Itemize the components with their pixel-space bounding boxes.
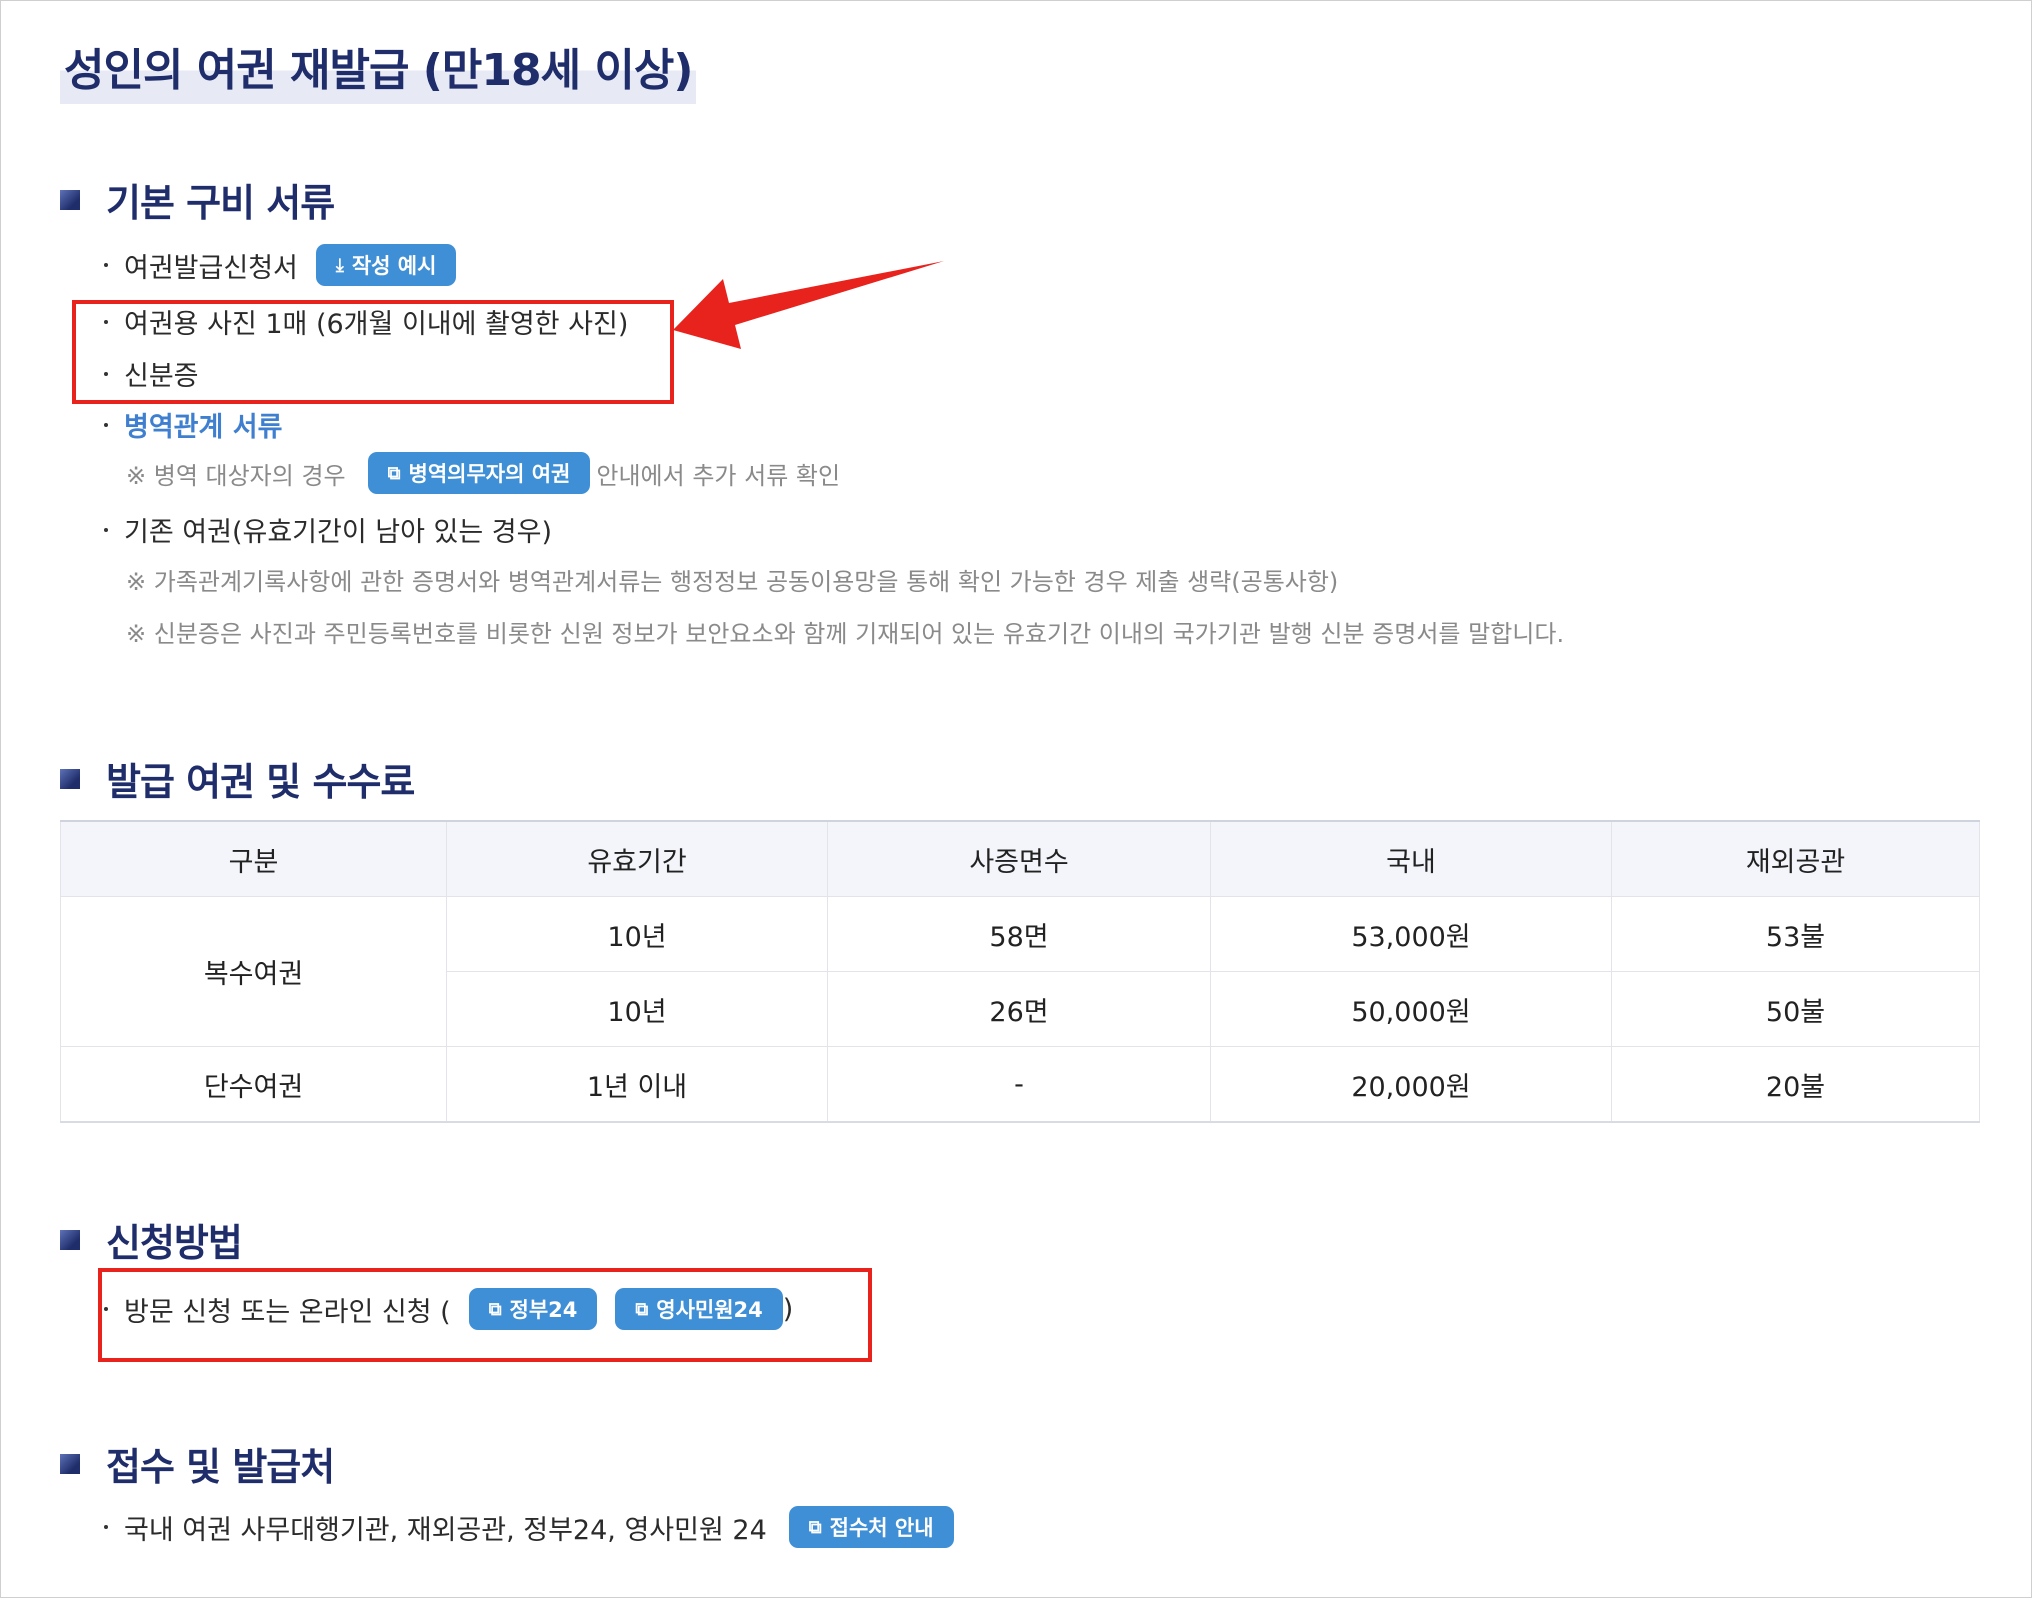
list-item-label: 국내 여권 사무대행기관, 재외공관, 정부24, 영사민원 24 (124, 1514, 767, 1546)
bullet-dot (104, 527, 108, 532)
table-cell: 26면 (827, 971, 1211, 1047)
example-download-button[interactable]: ⤓ 작성 예시 (315, 244, 457, 286)
highlight-box-documents (72, 300, 674, 404)
button-label: 접수처 안내 (829, 1516, 934, 1540)
section-application-method: 신청방법 (60, 1212, 243, 1267)
external-link-icon: ⧉ (808, 1516, 822, 1538)
military-documents-link[interactable]: 병역관계 서류 (124, 405, 282, 444)
table-row: 단수여권 1년 이내 - 20,000원 20불 (60, 1046, 1980, 1123)
section-title: 기본 구비 서류 (106, 181, 335, 225)
column-header: 유효기간 (446, 820, 828, 897)
military-note: ※ 병역 대상자의 경우 ⧉ 병역의무자의 여권 안내에서 추가 서류 확인 (126, 452, 840, 494)
section-title: 신청방법 (106, 1221, 243, 1265)
list-item-label: 여권발급신청서 (124, 252, 298, 284)
bullet-dot (104, 422, 108, 427)
table-cell: 단수여권 (60, 1046, 447, 1123)
table-cell: 1년 이내 (446, 1046, 828, 1123)
military-passport-guide-button[interactable]: ⧉ 병역의무자의 여권 (367, 452, 591, 494)
note-text: 안내에서 추가 서류 확인 (596, 461, 841, 490)
column-header: 사증면수 (827, 820, 1211, 897)
table-cell: 복수여권 (60, 896, 447, 1047)
section-fees: 발급 여권 및 수수료 (60, 751, 415, 806)
note-text: ※ 병역 대상자의 경우 (126, 461, 346, 490)
red-arrow-annotation (673, 261, 944, 349)
section-bullet-icon (60, 768, 80, 789)
list-item-reception: 국내 여권 사무대행기관, 재외공관, 정부24, 영사민원 24 ⧉ 접수처 … (104, 1506, 954, 1548)
column-header: 재외공관 (1611, 820, 1980, 897)
table-cell: 10년 (446, 971, 828, 1047)
bullet-dot (104, 263, 108, 267)
table-cell: - (827, 1046, 1211, 1123)
list-item-existing-passport: 기존 여권(유효기간이 남아 있는 경우) (104, 510, 552, 549)
table-cell: 10년 (446, 896, 828, 972)
section-title: 발급 여권 및 수수료 (106, 760, 415, 804)
section-reception: 접수 및 발급처 (60, 1436, 335, 1491)
table-cell: 53불 (1611, 896, 1980, 972)
download-icon: ⤓ (335, 254, 344, 276)
reception-guide-button[interactable]: ⧉ 접수처 안내 (788, 1506, 954, 1548)
note-id-definition: ※ 신분증은 사진과 주민등록번호를 비롯한 신원 정보가 보안요소와 함께 기… (126, 620, 1565, 648)
section-required-documents: 기본 구비 서류 (60, 172, 335, 227)
table-cell: 20,000원 (1210, 1046, 1612, 1123)
table-cell: 58면 (827, 896, 1211, 972)
column-header: 구분 (60, 820, 447, 897)
list-item-application-form: 여권발급신청서 ⤓ 작성 예시 (104, 244, 457, 286)
list-item-military-documents[interactable]: 병역관계 서류 (104, 405, 282, 444)
fees-table: 구분 유효기간 사증면수 국내 재외공관 복수여권 10년 58면 53,000… (60, 820, 1980, 1123)
section-bullet-icon (60, 189, 80, 210)
section-bullet-icon (60, 1229, 80, 1250)
button-label: 작성 예시 (351, 254, 437, 278)
section-bullet-icon (60, 1453, 80, 1474)
external-link-icon: ⧉ (387, 462, 401, 484)
highlight-box-application (98, 1268, 872, 1362)
page-title: 성인의 여권 재발급 (만18세 이상) (60, 30, 697, 104)
button-label: 병역의무자의 여권 (408, 462, 571, 486)
table-cell: 50,000원 (1210, 971, 1612, 1047)
table-cell: 53,000원 (1210, 896, 1612, 972)
list-item-label: 기존 여권(유효기간이 남아 있는 경우) (124, 517, 552, 548)
table-row: 복수여권 10년 58면 53,000원 53불 (60, 896, 1980, 1047)
bullet-dot (104, 1525, 108, 1529)
note-shared-documents: ※ 가족관계기록사항에 관한 증명서와 병역관계서류는 행정정보 공동이용망을 … (126, 568, 1339, 596)
column-header: 국내 (1210, 820, 1612, 897)
table-cell: 50불 (1611, 971, 1980, 1047)
section-title: 접수 및 발급처 (106, 1445, 335, 1489)
table-header-row: 구분 유효기간 사증면수 국내 재외공관 (60, 820, 1980, 897)
table-cell: 20불 (1611, 1046, 1980, 1123)
